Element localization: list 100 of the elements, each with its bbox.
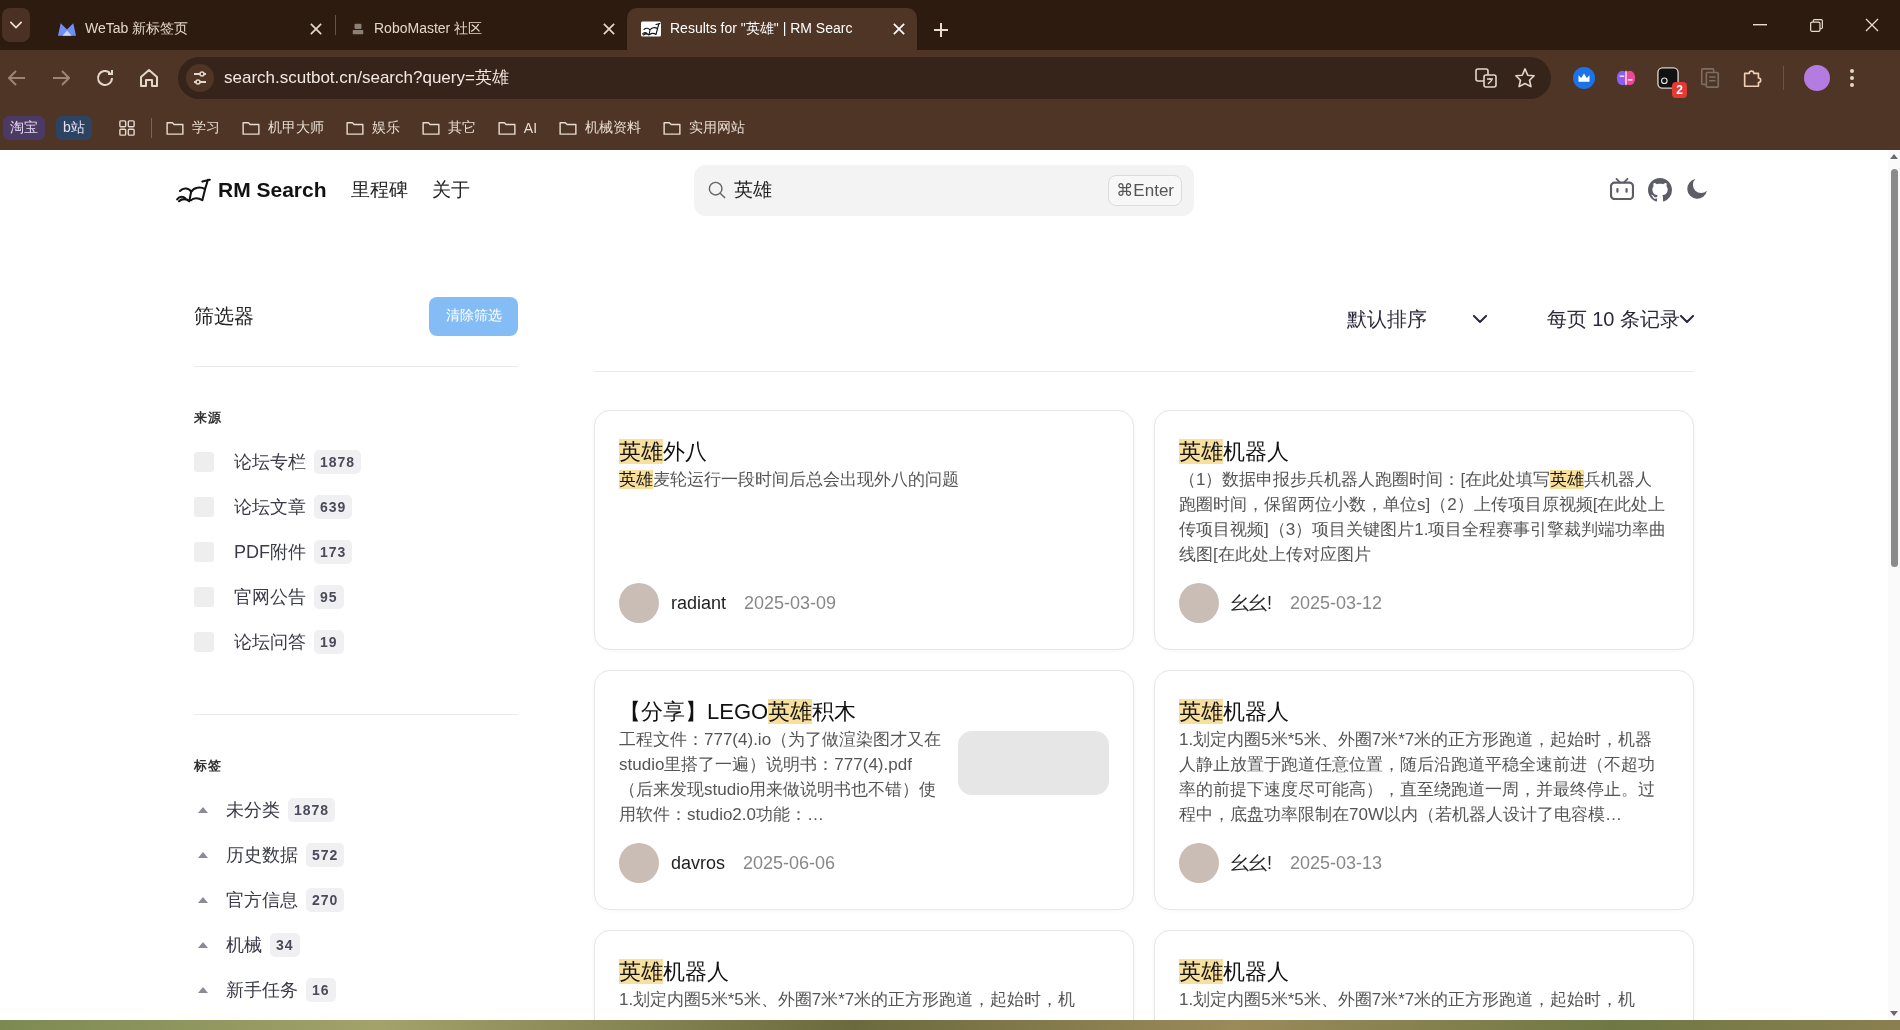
bookmark-folder[interactable]: 其它 <box>421 118 476 137</box>
search-icon <box>708 181 726 199</box>
forward-arrow-icon[interactable] <box>52 69 70 86</box>
count-badge: 639 <box>314 494 353 519</box>
avatar <box>619 583 659 623</box>
tag-label[interactable]: 机械 <box>226 932 262 957</box>
tag-label[interactable]: 历史数据 <box>226 842 298 867</box>
reload-icon[interactable] <box>96 68 114 87</box>
more-icon[interactable] <box>1850 68 1854 87</box>
count-badge: 270 <box>306 887 345 912</box>
nav-link[interactable]: 里程碑 <box>350 177 408 203</box>
avatar <box>1179 583 1219 623</box>
result-title[interactable]: 【分享】LEGO英雄积木 <box>619 697 857 727</box>
nav-link[interactable]: 关于 <box>431 177 470 203</box>
logo-icon[interactable] <box>641 21 661 37</box>
bookmark-folder[interactable]: 娱乐 <box>345 118 400 137</box>
crown-icon[interactable] <box>58 22 76 36</box>
author-name: davros <box>671 852 726 874</box>
result-title[interactable]: 英雄机器人 <box>1179 697 1289 727</box>
folder-icon <box>165 120 184 135</box>
count-badge: 1878 <box>288 797 336 822</box>
result-snippet: 英雄麦轮运行一段时间后总会出现外八的问题 <box>619 469 960 491</box>
github-icon[interactable] <box>1648 178 1672 202</box>
bookmark-chip[interactable]: 淘宝 <box>3 115 45 140</box>
address-bar[interactable]: search.scutbot.cn/search?query=英雄 <box>178 56 1551 99</box>
scrollbar-thumb[interactable] <box>1890 169 1898 567</box>
caret-up-icon[interactable] <box>198 986 208 993</box>
caret-up-icon[interactable] <box>198 806 208 813</box>
result-snippet: 工程文件：777(4).io（为了做渲染图才又在studio里搭了一遍）说明书：777(4).pdf（后来发现studio用来做说明书也不错）使用软件：studio2.0功能：… <box>619 729 943 826</box>
plus-icon[interactable] <box>933 22 949 38</box>
browser-tab[interactable]: RoboMaster 社区 <box>337 8 627 50</box>
avatar <box>619 843 659 883</box>
tv-icon[interactable] <box>1610 178 1634 200</box>
apps-grid-icon[interactable] <box>118 119 135 136</box>
caret-up-icon[interactable] <box>198 941 208 948</box>
caret-up-icon[interactable] <box>198 896 208 903</box>
robot-icon[interactable] <box>351 22 365 36</box>
bookmark-folder[interactable]: AI <box>497 119 538 136</box>
author-name: 幺幺! <box>1231 592 1272 615</box>
home-icon[interactable] <box>140 68 158 87</box>
brand-link[interactable]: RM Search <box>174 176 327 204</box>
folder-icon <box>663 120 682 135</box>
bookmark-chip[interactable]: b站 <box>56 115 92 140</box>
search-field[interactable]: 英雄 ⌘Enter <box>694 164 1194 216</box>
post-date: 2025-06-06 <box>743 852 836 874</box>
tag-label[interactable]: 新手任务 <box>226 977 298 1002</box>
folder-icon <box>421 120 440 135</box>
result-title[interactable]: 英雄外八 <box>619 437 707 467</box>
scrollbar[interactable] <box>1888 150 1900 1020</box>
bookmark-folder[interactable]: 学习 <box>165 118 220 137</box>
tag-label[interactable]: 未分类 <box>226 797 280 822</box>
section-heading: 来源 <box>194 409 222 427</box>
moon-icon[interactable] <box>1686 178 1708 200</box>
crown-icon[interactable] <box>1573 66 1595 89</box>
filter-label[interactable]: 官网公告 <box>234 584 306 609</box>
filter-label[interactable]: 论坛问答 <box>234 629 306 654</box>
caret-up-icon[interactable] <box>198 851 208 858</box>
result-snippet: 1.划定内圈5米*5米、外圈7米*7米的正方形跑道，起始时，机器人静止放置于跑道任意位置，随后沿跑道平稳全速前进（不超功率的前提下速度尽可能高），直至绕跑道一周，并最终停止。过程中，底盘功率限制在70W以内（若机器人设计了电容模… <box>1179 729 1656 826</box>
result-title[interactable]: 英雄机器人 <box>1179 957 1289 987</box>
tag-label[interactable]: 官方信息 <box>226 887 298 912</box>
logo-icon[interactable] <box>174 176 212 204</box>
count-badge: 34 <box>270 932 300 957</box>
folder-icon <box>497 120 516 135</box>
chevron-down-icon[interactable] <box>10 21 22 29</box>
bookmark-folder[interactable]: 机械资料 <box>559 118 642 137</box>
result-title[interactable]: 英雄机器人 <box>1179 437 1289 467</box>
profile-avatar[interactable] <box>1804 64 1830 91</box>
bookmark-folder[interactable]: 实用网站 <box>663 118 746 137</box>
result-title[interactable]: 英雄机器人 <box>619 957 729 987</box>
close-icon[interactable] <box>310 23 322 35</box>
browser-tab[interactable]: WeTab 新标签页 <box>44 8 334 50</box>
sliders-icon[interactable] <box>186 63 214 92</box>
bookmark-folder[interactable]: 机甲大师 <box>241 118 324 137</box>
filter-label[interactable]: 论坛专栏 <box>234 449 306 474</box>
notification-badge: 2 <box>1672 81 1687 98</box>
tab-list-button[interactable] <box>2 8 30 42</box>
close-icon[interactable] <box>603 23 615 35</box>
count-badge: 572 <box>306 842 345 867</box>
scroll-up-icon[interactable] <box>1890 154 1898 159</box>
section-heading: 标签 <box>194 757 222 775</box>
count-badge: 95 <box>314 584 344 609</box>
post-date: 2025-03-12 <box>1290 592 1383 614</box>
sort-order-select[interactable]: 默认排序 <box>1346 305 1487 333</box>
folder-icon <box>559 120 578 135</box>
minimize-icon[interactable] <box>1753 24 1767 26</box>
close-icon[interactable] <box>1865 18 1879 32</box>
chevron-down-icon <box>1680 315 1694 323</box>
shortcut-hint: ⌘Enter <box>1108 174 1182 206</box>
star-icon[interactable] <box>1515 67 1535 88</box>
restore-icon[interactable] <box>1809 18 1823 32</box>
browser-tab[interactable]: Results for "英雄" | RM Searc <box>627 8 917 50</box>
back-arrow-icon[interactable] <box>8 69 26 86</box>
scroll-down-icon[interactable] <box>1890 1011 1898 1016</box>
avatar <box>1179 843 1219 883</box>
filter-label[interactable]: 论坛文章 <box>234 494 306 519</box>
filter-label[interactable]: PDF附件 <box>234 539 306 564</box>
folder-icon <box>345 120 364 135</box>
filter-panel-title: 筛选器 <box>194 303 254 329</box>
translate-icon[interactable] <box>1475 67 1497 88</box>
page-size-select[interactable]: 每页 10 条记录 <box>1546 305 1694 333</box>
